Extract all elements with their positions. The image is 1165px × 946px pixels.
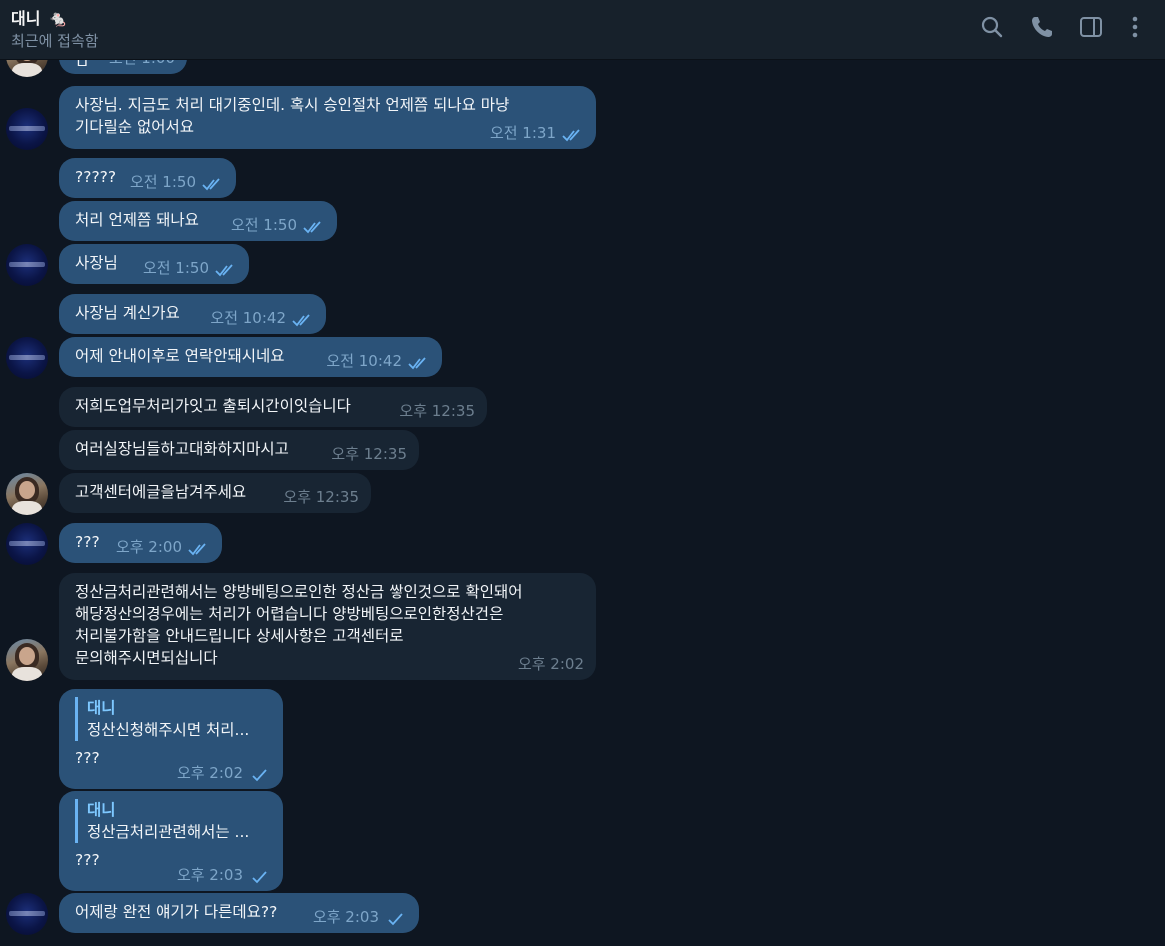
message-time: 오전 10:42 — [326, 352, 402, 370]
message-time: 오후 2:00 — [115, 538, 182, 556]
message-bubble-outgoing[interactable]: 사장님 계신가요 오전 10:42 — [59, 294, 326, 334]
avatar[interactable] — [6, 893, 48, 935]
more-icon[interactable] — [1122, 14, 1148, 40]
message-meta: 오후 2:00 — [116, 536, 210, 558]
message-bubble-incoming[interactable]: 여러실장님들하고대화하지마시고 오후 12:35 — [59, 430, 419, 470]
avatar[interactable] — [6, 523, 48, 565]
message-bubble-outgoing[interactable]: 처리 언제쯤 돼나요 오전 1:50 — [59, 201, 337, 241]
message-bubble-outgoing[interactable]: ??? 오후 2:00 — [59, 523, 222, 563]
message-bubble-outgoing[interactable]: 어제 안내이후로 연락안돼시네요 오전 10:42 — [59, 337, 442, 377]
message-meta: 오전 1:50 — [231, 214, 325, 236]
message-time: 오전 1:50 — [230, 216, 297, 234]
message-meta: 오후 2:02 — [177, 762, 271, 784]
avatar[interactable] — [6, 244, 48, 286]
message-bubble-incoming[interactable]: 정산금처리관련해서는 양방베팅으로인한 정산금 쌓인것으로 확인돼어 해당정산의… — [59, 573, 596, 680]
message-bubble-outgoing[interactable]: ????? 오전 1:50 — [59, 158, 236, 198]
message-time: 오후 12:35 — [331, 445, 407, 463]
message-bubble-outgoing[interactable]: 사장님. 지금도 처리 대기중인데. 혹시 승인절차 언제쯤 되나요 마냥 기다… — [59, 86, 596, 149]
message-time: 오후 2:03 — [176, 866, 243, 884]
message-meta: 오전 10:42 — [326, 350, 430, 372]
message-meta: 오후 12:35 — [399, 400, 475, 422]
reply-quote[interactable]: 대니 정산신청해주시면 처리... — [75, 697, 267, 741]
message-meta: 오후 12:35 — [331, 443, 407, 465]
reply-text: 정산신청해주시면 처리... — [87, 721, 250, 739]
message-meta: 오후 2:02 — [518, 653, 584, 675]
chat-title[interactable]: 대니 🐁 — [11, 5, 68, 29]
message-bubble-incoming[interactable]: 저희도업무처리가잇고 출퇴시간이잇습니다 오후 12:35 — [59, 387, 487, 427]
avatar[interactable] — [6, 108, 48, 150]
reply-quote[interactable]: 대니 정산금처리관련해서는 ... — [75, 799, 267, 843]
check-icon — [385, 910, 407, 926]
check-icon — [249, 766, 271, 782]
message-time: 오전 1:50 — [142, 259, 209, 277]
message-meta: 오후 2:03 — [313, 906, 407, 928]
chat-name: 대니 — [11, 9, 41, 28]
message-time: 오후 2:03 — [312, 908, 379, 926]
double-check-icon — [562, 126, 584, 142]
chat-header[interactable]: 대니 🐁 최근에 접속함 — [0, 0, 1165, 60]
double-check-icon — [202, 175, 224, 191]
message-meta: 오전 10:42 — [210, 307, 314, 329]
message-time: 오전 1:31 — [489, 124, 556, 142]
phone-icon[interactable] — [1029, 14, 1055, 40]
message-bubble-outgoing[interactable]: 대니 정산신청해주시면 처리... ??? 오후 2:02 — [59, 689, 283, 789]
message-time: 오전 1:50 — [129, 173, 196, 191]
double-check-icon — [292, 311, 314, 327]
message-meta: 오전 1:50 — [143, 257, 237, 279]
reply-author: 대니 — [87, 699, 116, 717]
avatar[interactable] — [6, 639, 48, 681]
double-check-icon — [215, 261, 237, 277]
reply-author: 대니 — [87, 801, 116, 819]
double-check-icon — [188, 540, 210, 556]
message-bubble-incoming[interactable]: 고객센터에글을남겨주세요 오후 12:35 — [59, 473, 371, 513]
message-time: 오후 12:35 — [399, 402, 475, 420]
search-icon[interactable] — [979, 14, 1005, 40]
sidebar-toggle-icon[interactable] — [1078, 14, 1104, 40]
check-icon — [249, 868, 271, 884]
message-meta: 오후 2:03 — [177, 864, 271, 886]
message-bubble-outgoing[interactable]: 사장님 오전 1:50 — [59, 244, 249, 284]
message-bubble-outgoing[interactable]: 대니 정산금처리관련해서는 ... ??? 오후 2:03 — [59, 791, 283, 891]
message-time: 오전 10:42 — [210, 309, 286, 327]
avatar[interactable] — [6, 337, 48, 379]
message-time: 오후 2:02 — [176, 764, 243, 782]
message-time: 오후 12:35 — [283, 488, 359, 506]
double-check-icon — [408, 354, 430, 370]
message-meta: 오전 1:31 — [490, 122, 584, 144]
reply-text: 정산금처리관련해서는 ... — [87, 823, 250, 841]
double-check-icon — [303, 218, 325, 234]
message-bubble-outgoing[interactable]: 어제랑 완전 얘기가 다른데요?? 오후 2:03 — [59, 893, 419, 933]
avatar[interactable] — [6, 473, 48, 515]
title-emoji: 🐁 — [48, 9, 68, 28]
chat-status: 최근에 접속함 — [11, 32, 99, 50]
message-meta: 오후 12:35 — [283, 486, 359, 508]
message-list[interactable]: ㅁ 오전 1:00 사장님. 지금도 처리 대기중인데. 혹시 승인절차 언제쯤… — [0, 0, 1165, 946]
message-meta: 오전 1:50 — [130, 171, 224, 193]
message-time: 오후 2:02 — [517, 655, 584, 673]
message-text: 정산금처리관련해서는 양방베팅으로인한 정산금 쌓인것으로 확인돼어 해당정산의… — [75, 583, 523, 667]
